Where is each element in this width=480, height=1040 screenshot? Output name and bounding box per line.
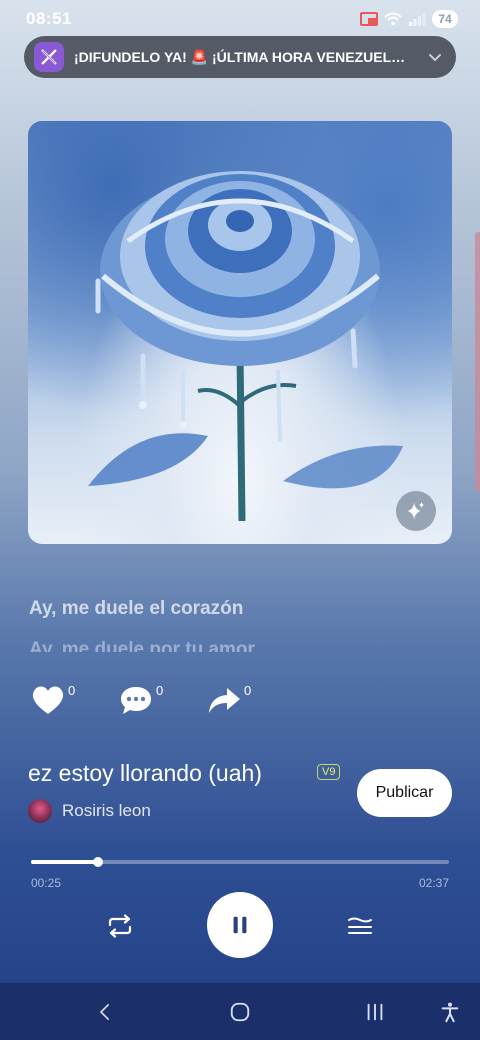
artist-row[interactable]: Rosiris leon	[28, 799, 151, 823]
playlist-button[interactable]	[340, 908, 380, 944]
comment-icon	[121, 687, 151, 714]
pause-button[interactable]	[207, 892, 273, 958]
like-button[interactable]: 0	[30, 683, 75, 717]
battery-indicator: 74	[432, 10, 458, 28]
status-time: 08:51	[26, 9, 72, 28]
comment-count: 0	[156, 683, 164, 698]
artist-avatar	[28, 799, 52, 823]
signal-icon	[409, 13, 426, 26]
share-button[interactable]: 0	[206, 683, 251, 717]
repeat-button[interactable]	[100, 908, 140, 944]
lyric-current-line: Ay, me duele el corazón	[29, 598, 244, 619]
nav-recents-button[interactable]	[345, 983, 405, 1040]
pause-icon	[233, 916, 247, 934]
current-time: 00:25	[31, 876, 62, 890]
lyric-next-line: Ay, me duele por tu amor	[29, 639, 255, 652]
system-navigation-bar	[0, 983, 480, 1040]
nav-home-button[interactable]	[210, 983, 270, 1040]
like-count: 0	[68, 683, 76, 698]
back-icon	[100, 1003, 109, 1020]
sparkle-button[interactable]	[396, 491, 436, 531]
status-icons: 74	[360, 10, 458, 28]
heart-icon	[32, 686, 64, 714]
recents-icon	[367, 1003, 383, 1020]
status-bar: 08:51 74	[0, 0, 480, 38]
comment-button[interactable]: 0	[118, 683, 163, 717]
artist-name: Rosiris leon	[62, 801, 151, 820]
album-cover[interactable]	[28, 121, 452, 544]
playback-controls	[0, 892, 480, 960]
total-time: 02:37	[418, 876, 449, 890]
edge-panel-handle[interactable]	[475, 232, 480, 492]
accessibility-icon	[441, 1002, 459, 1022]
progress-thumb[interactable]	[92, 857, 103, 867]
x-logo-icon	[34, 42, 64, 72]
notification-banner[interactable]: ¡DIFUNDELO YA! 🚨 ¡ÚLTIMA HORA VENEZUEL…	[24, 36, 456, 78]
publish-button[interactable]: Publicar	[357, 769, 452, 817]
progress-fill	[31, 860, 98, 864]
repeat-icon	[108, 914, 132, 938]
action-row: 0 0 0	[0, 683, 480, 727]
accessibility-button[interactable]	[420, 983, 480, 1040]
sparkle-icon	[407, 501, 425, 520]
wifi-icon	[384, 12, 402, 26]
chevron-down-icon[interactable]	[426, 48, 444, 66]
blue-rose-illustration	[88, 171, 403, 522]
cast-icon	[360, 12, 378, 26]
version-badge: V9	[317, 764, 341, 780]
notification-text: ¡DIFUNDELO YA! 🚨 ¡ÚLTIMA HORA VENEZUEL…	[74, 48, 406, 65]
playlist-icon	[348, 917, 372, 934]
song-title: ez estoy llorando (uah)	[28, 760, 262, 786]
share-arrow-icon	[209, 688, 240, 713]
home-icon	[230, 1002, 250, 1021]
share-count: 0	[244, 683, 252, 698]
nav-back-button[interactable]	[75, 983, 135, 1040]
